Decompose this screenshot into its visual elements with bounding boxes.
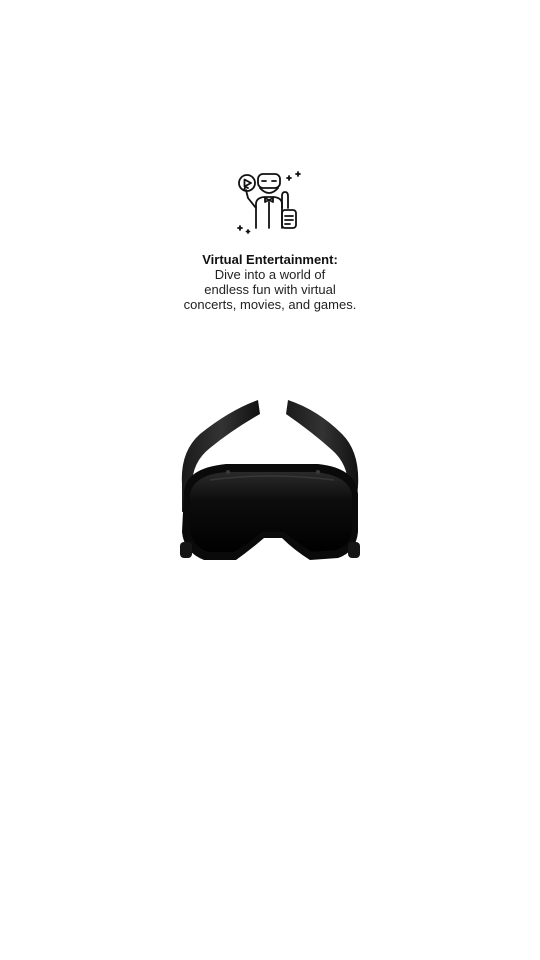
vr-entertainment-icon	[234, 168, 306, 240]
feature-description-line: endless fun with virtual	[204, 282, 336, 297]
feature-text-block: Virtual Entertainment: Dive into a world…	[120, 252, 420, 312]
page: Virtual Entertainment: Dive into a world…	[0, 0, 540, 960]
feature-title: Virtual Entertainment:	[202, 252, 338, 267]
feature-description-line: Dive into a world of	[214, 267, 326, 282]
vr-headset-image	[170, 392, 370, 568]
feature-description-line: concerts, movies, and games.	[183, 297, 357, 312]
